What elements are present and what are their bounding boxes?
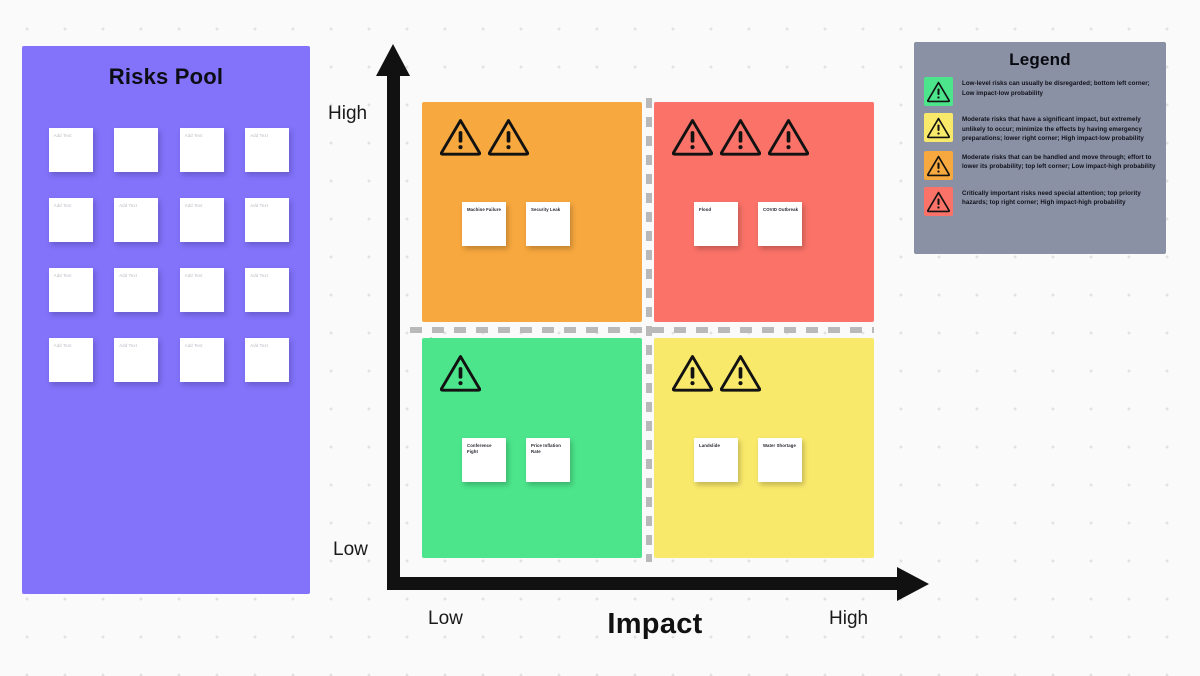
quadrant-high-impact-low-probability[interactable]: Landslide Water Shortage <box>654 338 874 558</box>
risk-sticky-note-text: Landslide <box>699 443 720 448</box>
legend-warning-triangle-icon <box>924 186 953 216</box>
quadrant-warning-icons <box>672 116 809 157</box>
legend-items: Low-level risks can usually be disregard… <box>924 77 1156 216</box>
warning-triangle-icon <box>440 116 481 157</box>
warning-triangle-icon <box>488 116 529 157</box>
risks-pool-notes-grid: Add Text Add Text Add Text Add Text Add Text… <box>44 128 294 382</box>
legend-item-text: Critically important risks need special … <box>962 189 1141 207</box>
risks-pool-note-text: Add Text <box>53 203 72 208</box>
risks-pool-note-text: Add Text <box>119 273 138 278</box>
quadrant-high-impact-high-probability[interactable]: Flood COVID Outbreak <box>654 102 874 322</box>
legend-warning-triangle-icon <box>924 113 953 142</box>
whiteboard-canvas: Risks Pool Add Text Add Text Add Text Add T… <box>0 0 1200 676</box>
legend-warning-triangle-icon <box>924 77 953 106</box>
risk-sticky-note[interactable]: COVID Outbreak <box>758 202 802 246</box>
risks-pool-note[interactable]: Add Text <box>179 198 224 242</box>
warning-triangle-icon <box>768 116 809 157</box>
risk-sticky-note[interactable]: Conference Fight <box>462 438 506 482</box>
risk-sticky-note[interactable]: Water Shortage <box>758 438 802 482</box>
quadrant-low-impact-low-probability[interactable]: Conference Fight Price Inflation Rate <box>422 338 642 558</box>
risk-matrix: Machine Failure Security Leak Flood COVID … <box>410 98 874 568</box>
risk-sticky-note-text: Security Leak <box>531 207 561 212</box>
risks-pool-panel[interactable]: Risks Pool Add Text Add Text Add Text Add T… <box>22 46 310 594</box>
risks-pool-note[interactable]: Add Text <box>179 128 224 172</box>
legend-item: Moderate risks that can be handled and m… <box>924 150 1156 180</box>
risks-pool-note[interactable]: Add Text <box>114 268 159 312</box>
risks-pool-note-text: Add Text <box>53 273 72 278</box>
warning-triangle-icon <box>720 116 761 157</box>
risks-pool-note-text: Add Text <box>53 133 72 138</box>
legend-panel[interactable]: Legend Low-level risks can usually be di… <box>914 42 1166 254</box>
risks-pool-note[interactable]: Add Text <box>245 338 290 382</box>
impact-axis-line <box>387 577 899 590</box>
risks-pool-note[interactable] <box>114 128 159 172</box>
risk-sticky-note-text: Water Shortage <box>763 443 796 448</box>
warning-triangle-icon <box>672 352 713 393</box>
risks-pool-note-text: Add Text <box>119 203 138 208</box>
risks-pool-note-text: Add Text <box>119 343 138 348</box>
risks-pool-note-text: Add Text <box>184 343 203 348</box>
risks-pool-note-text: Add Text <box>184 203 203 208</box>
quadrant-low-impact-high-probability[interactable]: Machine Failure Security Leak <box>422 102 642 322</box>
risk-sticky-note[interactable]: Price Inflation Rate <box>526 438 570 482</box>
quadrant-notes: Machine Failure Security Leak <box>462 202 570 246</box>
risks-pool-note-text: Add Text <box>184 133 203 138</box>
legend-warning-triangle-icon <box>924 150 953 180</box>
risks-pool-note-text: Add Text <box>184 273 203 278</box>
risks-pool-note[interactable]: Add Text <box>114 338 159 382</box>
quadrant-notes: Landslide Water Shortage <box>694 438 802 482</box>
impact-axis-label: Impact <box>607 608 703 640</box>
risk-sticky-note[interactable]: Security Leak <box>526 202 570 246</box>
quadrant-warning-icons <box>440 116 529 157</box>
risk-sticky-note[interactable]: Flood <box>694 202 738 246</box>
risk-sticky-note[interactable]: Landslide <box>694 438 738 482</box>
risks-pool-note[interactable]: Add Text <box>48 338 93 382</box>
impact-low-tick: Low <box>428 608 463 629</box>
risks-pool-note[interactable]: Add Text <box>48 268 93 312</box>
risks-pool-note-text: Add Text <box>250 273 269 278</box>
risks-pool-note[interactable]: Add Text <box>245 268 290 312</box>
risks-pool-note[interactable]: Add Text <box>179 268 224 312</box>
risk-sticky-note-text: Flood <box>699 207 712 212</box>
risk-sticky-note-text: Conference Fight <box>467 443 492 455</box>
legend-item-text: Moderate risks that have a significant i… <box>962 116 1144 143</box>
risks-pool-note-text: Add Text <box>250 133 269 138</box>
risk-sticky-note-text: Machine Failure <box>467 207 501 212</box>
risks-pool-note-text: Add Text <box>250 203 269 208</box>
legend-item: Critically important risks need special … <box>924 186 1156 216</box>
risks-pool-note[interactable]: Add Text <box>48 128 93 172</box>
quadrant-notes: Flood COVID Outbreak <box>694 202 802 246</box>
quadrant-notes: Conference Fight Price Inflation Rate <box>462 438 570 482</box>
risk-sticky-note-text: COVID Outbreak <box>763 207 799 212</box>
warning-triangle-icon <box>440 352 481 393</box>
legend-item: Moderate risks that have a significant i… <box>924 113 1156 144</box>
warning-triangle-icon <box>720 352 761 393</box>
risks-pool-note[interactable]: Add Text <box>48 198 93 242</box>
warning-triangle-icon <box>672 116 713 157</box>
risk-sticky-note[interactable]: Machine Failure <box>462 202 506 246</box>
matrix-horizontal-divider <box>410 327 874 333</box>
quadrant-warning-icons <box>672 352 761 393</box>
probability-axis-arrow <box>376 44 410 76</box>
legend-item-text: Moderate risks that can be handled and m… <box>962 153 1156 171</box>
probability-axis-line <box>387 72 400 590</box>
risks-pool-note[interactable]: Add Text <box>179 338 224 382</box>
quadrant-warning-icons <box>440 352 481 393</box>
risks-pool-note[interactable]: Add Text <box>114 198 159 242</box>
risks-pool-note-text: Add Text <box>53 343 72 348</box>
legend-item-text: Low-level risks can usually be disregard… <box>962 80 1150 97</box>
probability-low-tick: Low <box>333 539 368 560</box>
risks-pool-note-text: Add Text <box>250 343 269 348</box>
impact-axis-arrow <box>897 567 929 601</box>
probability-high-tick: High <box>328 103 368 124</box>
legend-item: Low-level risks can usually be disregard… <box>924 77 1156 106</box>
legend-title: Legend <box>1009 50 1071 69</box>
impact-high-tick: High <box>829 608 869 629</box>
risks-pool-title: Risks Pool <box>108 64 224 89</box>
risks-pool-note[interactable]: Add Text <box>245 198 290 242</box>
risks-pool-note[interactable]: Add Text <box>245 128 290 172</box>
risk-sticky-note-text: Price Inflation Rate <box>531 443 561 455</box>
